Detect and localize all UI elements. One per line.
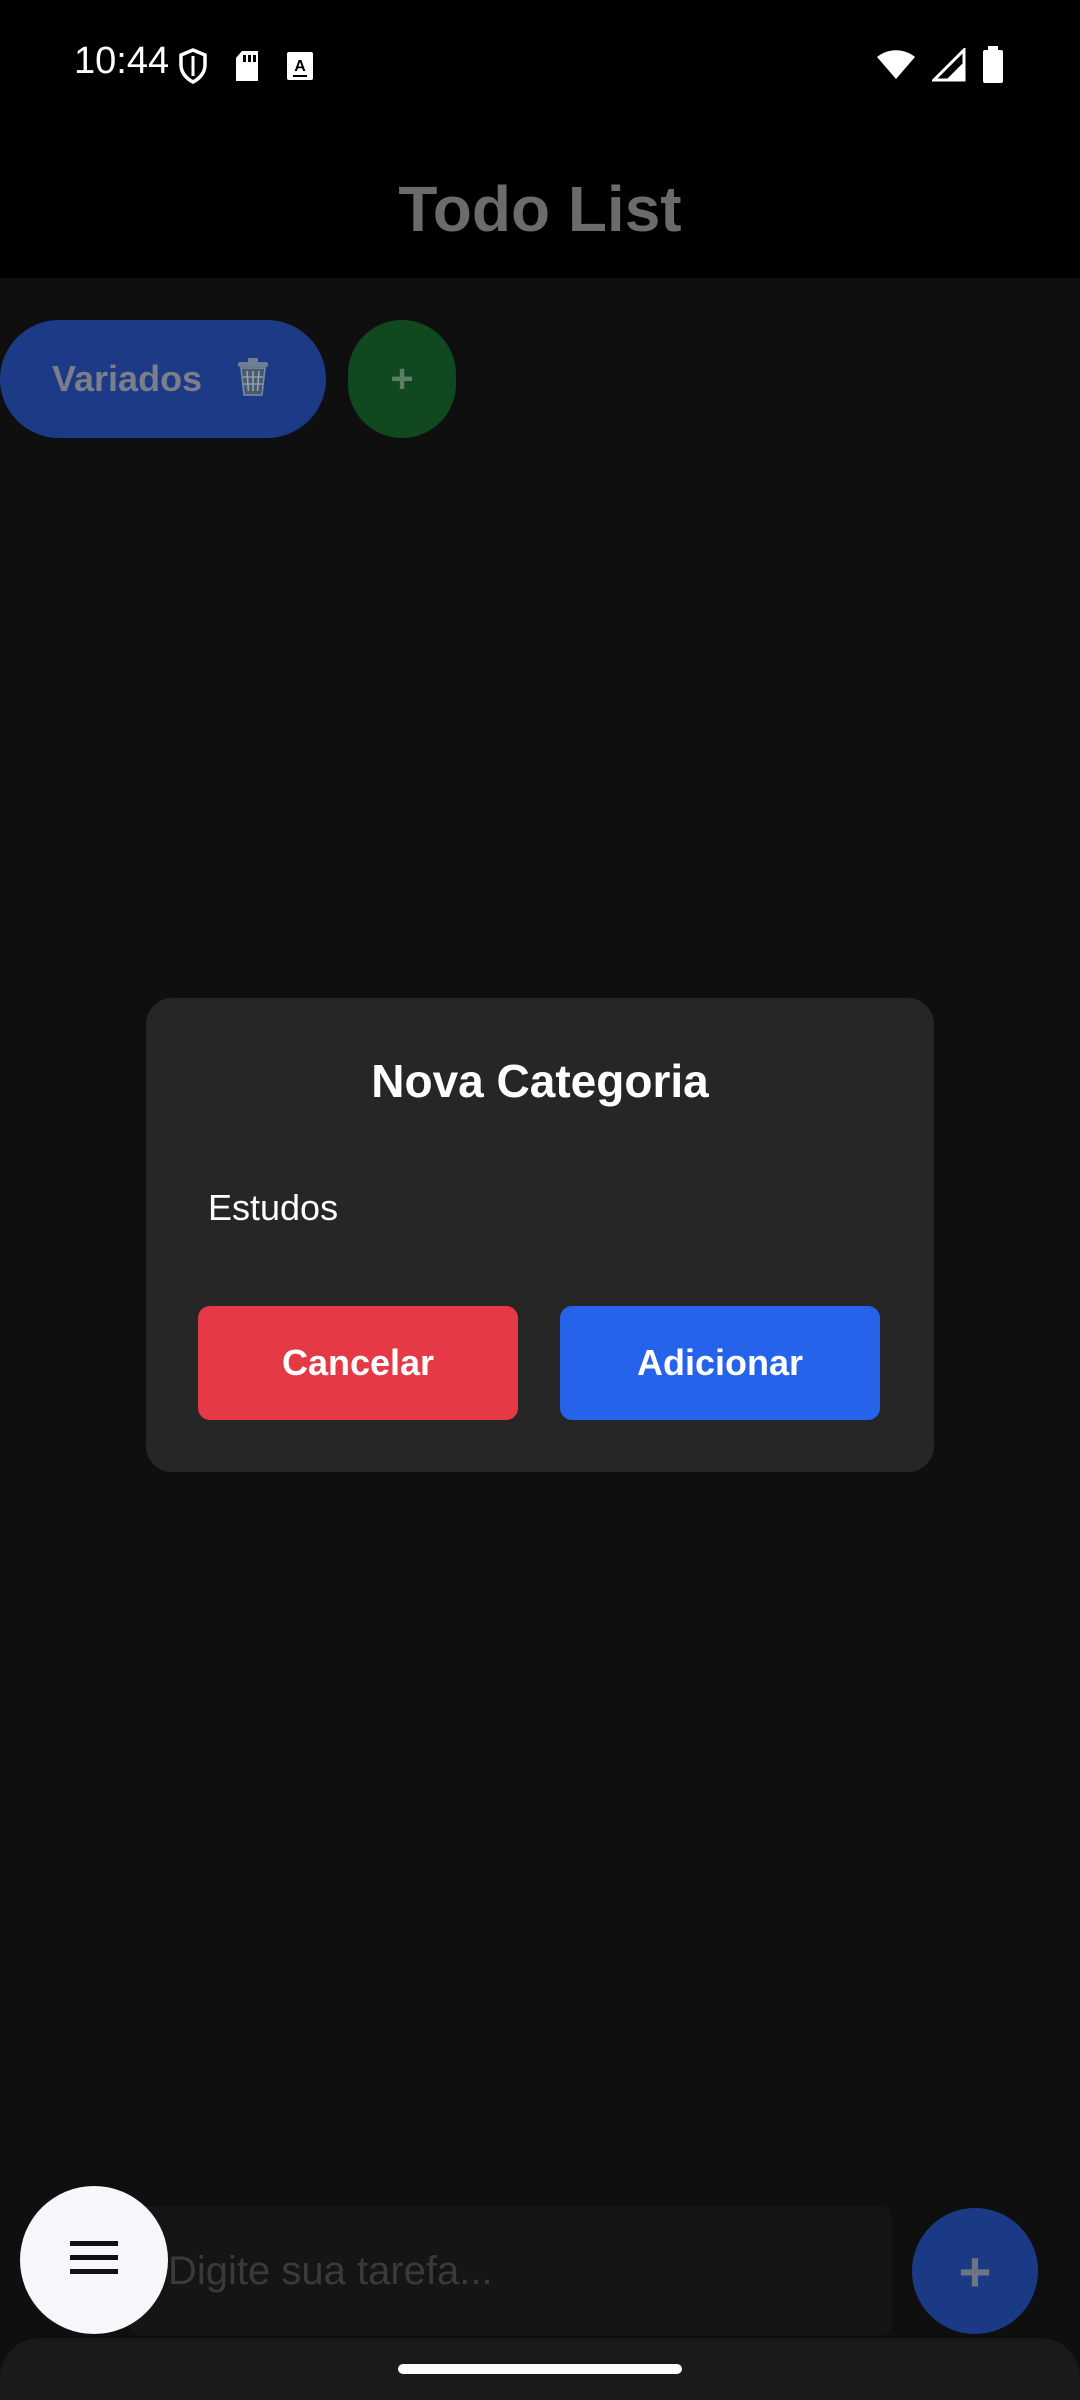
app-bar: Todo List xyxy=(0,132,1080,278)
category-name-input[interactable]: Estudos xyxy=(208,1178,868,1238)
add-task-button[interactable]: + xyxy=(912,2208,1038,2334)
menu-button[interactable] xyxy=(20,2186,168,2334)
svg-text:A: A xyxy=(294,58,306,75)
home-indicator[interactable] xyxy=(398,2364,682,2374)
category-chip-label: Variados xyxy=(52,358,203,399)
cancel-button[interactable]: Cancelar xyxy=(198,1306,518,1420)
status-icons-left: A xyxy=(178,48,314,89)
dialog-title: Nova Categoria xyxy=(371,1055,709,1107)
category-chip-variados[interactable]: Variados xyxy=(0,320,326,438)
trash-icon[interactable] xyxy=(234,357,272,402)
task-input-placeholder: Digite sua tarefa... xyxy=(168,2248,493,2293)
add-category-button[interactable]: + xyxy=(348,320,456,438)
keyboard-a-icon: A xyxy=(286,51,314,86)
menu-icon xyxy=(69,2239,119,2282)
new-category-dialog: Nova Categoria Estudos Cancelar Adiciona… xyxy=(146,998,934,1472)
signal-icon xyxy=(930,46,966,87)
task-input[interactable]: Digite sua tarefa... xyxy=(130,2206,892,2336)
status-time: 10:44 xyxy=(74,40,170,82)
status-bar: 10:44 A xyxy=(0,0,1080,132)
wifi-icon xyxy=(876,49,916,86)
app-title: Todo List xyxy=(398,173,682,245)
battery-icon xyxy=(982,46,1004,89)
sd-card-icon xyxy=(234,50,260,87)
status-icons-right xyxy=(876,46,1004,89)
add-button[interactable]: Adicionar xyxy=(560,1306,880,1420)
shield-icon xyxy=(178,48,208,89)
